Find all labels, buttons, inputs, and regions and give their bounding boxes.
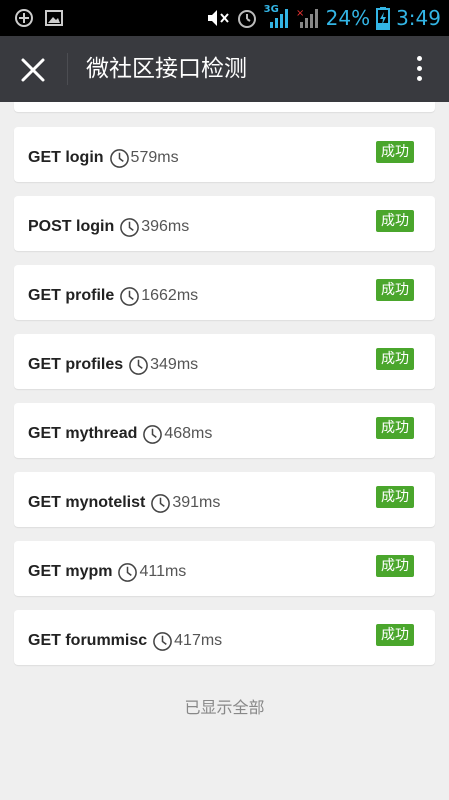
result-item-4[interactable]: GET mythread 468ms 成功 xyxy=(14,403,435,458)
clock: 3:49 xyxy=(396,6,441,30)
response-time: 468ms xyxy=(164,425,213,442)
title-bar: 微社区接口检测 xyxy=(0,36,449,102)
status-bar: 3G × 24% 3:49 xyxy=(0,0,449,36)
clock-icon xyxy=(143,424,163,444)
status-badge: 成功 xyxy=(376,486,414,508)
list-end-text: 已显示全部 xyxy=(184,698,265,717)
image-icon xyxy=(45,10,63,26)
clock-icon xyxy=(109,148,129,168)
clock-icon xyxy=(153,631,172,651)
mute-icon xyxy=(207,10,229,26)
result-item-3[interactable]: GET profiles 349ms 成功 xyxy=(14,334,435,389)
status-badge: 成功 xyxy=(376,417,414,439)
result-item-7[interactable]: GET forummisc 417ms 成功 xyxy=(14,610,435,665)
clock-icon xyxy=(151,493,171,513)
more-options-icon[interactable] xyxy=(415,56,423,86)
status-badge: 成功 xyxy=(376,210,414,232)
response-time: 579ms xyxy=(130,149,179,166)
add-circle-icon xyxy=(15,9,33,27)
title-divider xyxy=(67,53,68,85)
endpoint-name: GET profile xyxy=(28,287,115,304)
status-badge: 成功 xyxy=(376,624,414,646)
status-badge: 成功 xyxy=(376,348,414,370)
endpoint-name: GET forummisc xyxy=(28,632,148,649)
status-badge: 成功 xyxy=(376,279,414,301)
endpoint-name: GET mynotelist xyxy=(28,494,146,511)
status-badge: 成功 xyxy=(376,555,414,577)
battery-charging-icon xyxy=(376,7,391,30)
response-time: 411ms xyxy=(139,563,187,580)
endpoint-name: GET login xyxy=(28,149,104,166)
result-item-2[interactable]: GET profile 1662ms 成功 xyxy=(14,265,435,320)
response-time: 391ms xyxy=(172,494,221,511)
response-time: 417ms xyxy=(174,632,223,649)
list-item-partial xyxy=(14,102,435,112)
clock-icon xyxy=(120,286,140,306)
response-time: 349ms xyxy=(150,356,199,373)
page-title: 微社区接口检测 xyxy=(86,56,247,82)
result-item-1[interactable]: POST login 396ms 成功 xyxy=(14,196,435,251)
result-item-5[interactable]: GET mynotelist 391ms 成功 xyxy=(14,472,435,527)
status-badge: 成功 xyxy=(376,141,414,163)
close-icon[interactable] xyxy=(18,55,48,85)
endpoint-name: POST login xyxy=(28,218,115,235)
endpoint-name: GET mythread xyxy=(28,425,138,442)
response-time: 1662ms xyxy=(141,287,199,304)
signal-3g-icon: 3G xyxy=(264,4,290,30)
response-time: 396ms xyxy=(141,218,190,235)
signal-no-service-icon: × xyxy=(296,8,318,28)
svg-text:×: × xyxy=(296,8,304,19)
result-item-6[interactable]: GET mypm 411ms 成功 xyxy=(14,541,435,596)
battery-percent: 24% xyxy=(325,6,371,30)
clock-icon xyxy=(118,562,138,582)
clock-icon xyxy=(129,355,148,375)
alarm-icon xyxy=(237,10,256,28)
endpoint-name: GET mypm xyxy=(28,563,113,580)
result-item-0[interactable]: GET login 579ms 成功 xyxy=(14,127,435,182)
endpoint-name: GET profiles xyxy=(28,356,124,373)
clock-icon xyxy=(120,217,140,237)
